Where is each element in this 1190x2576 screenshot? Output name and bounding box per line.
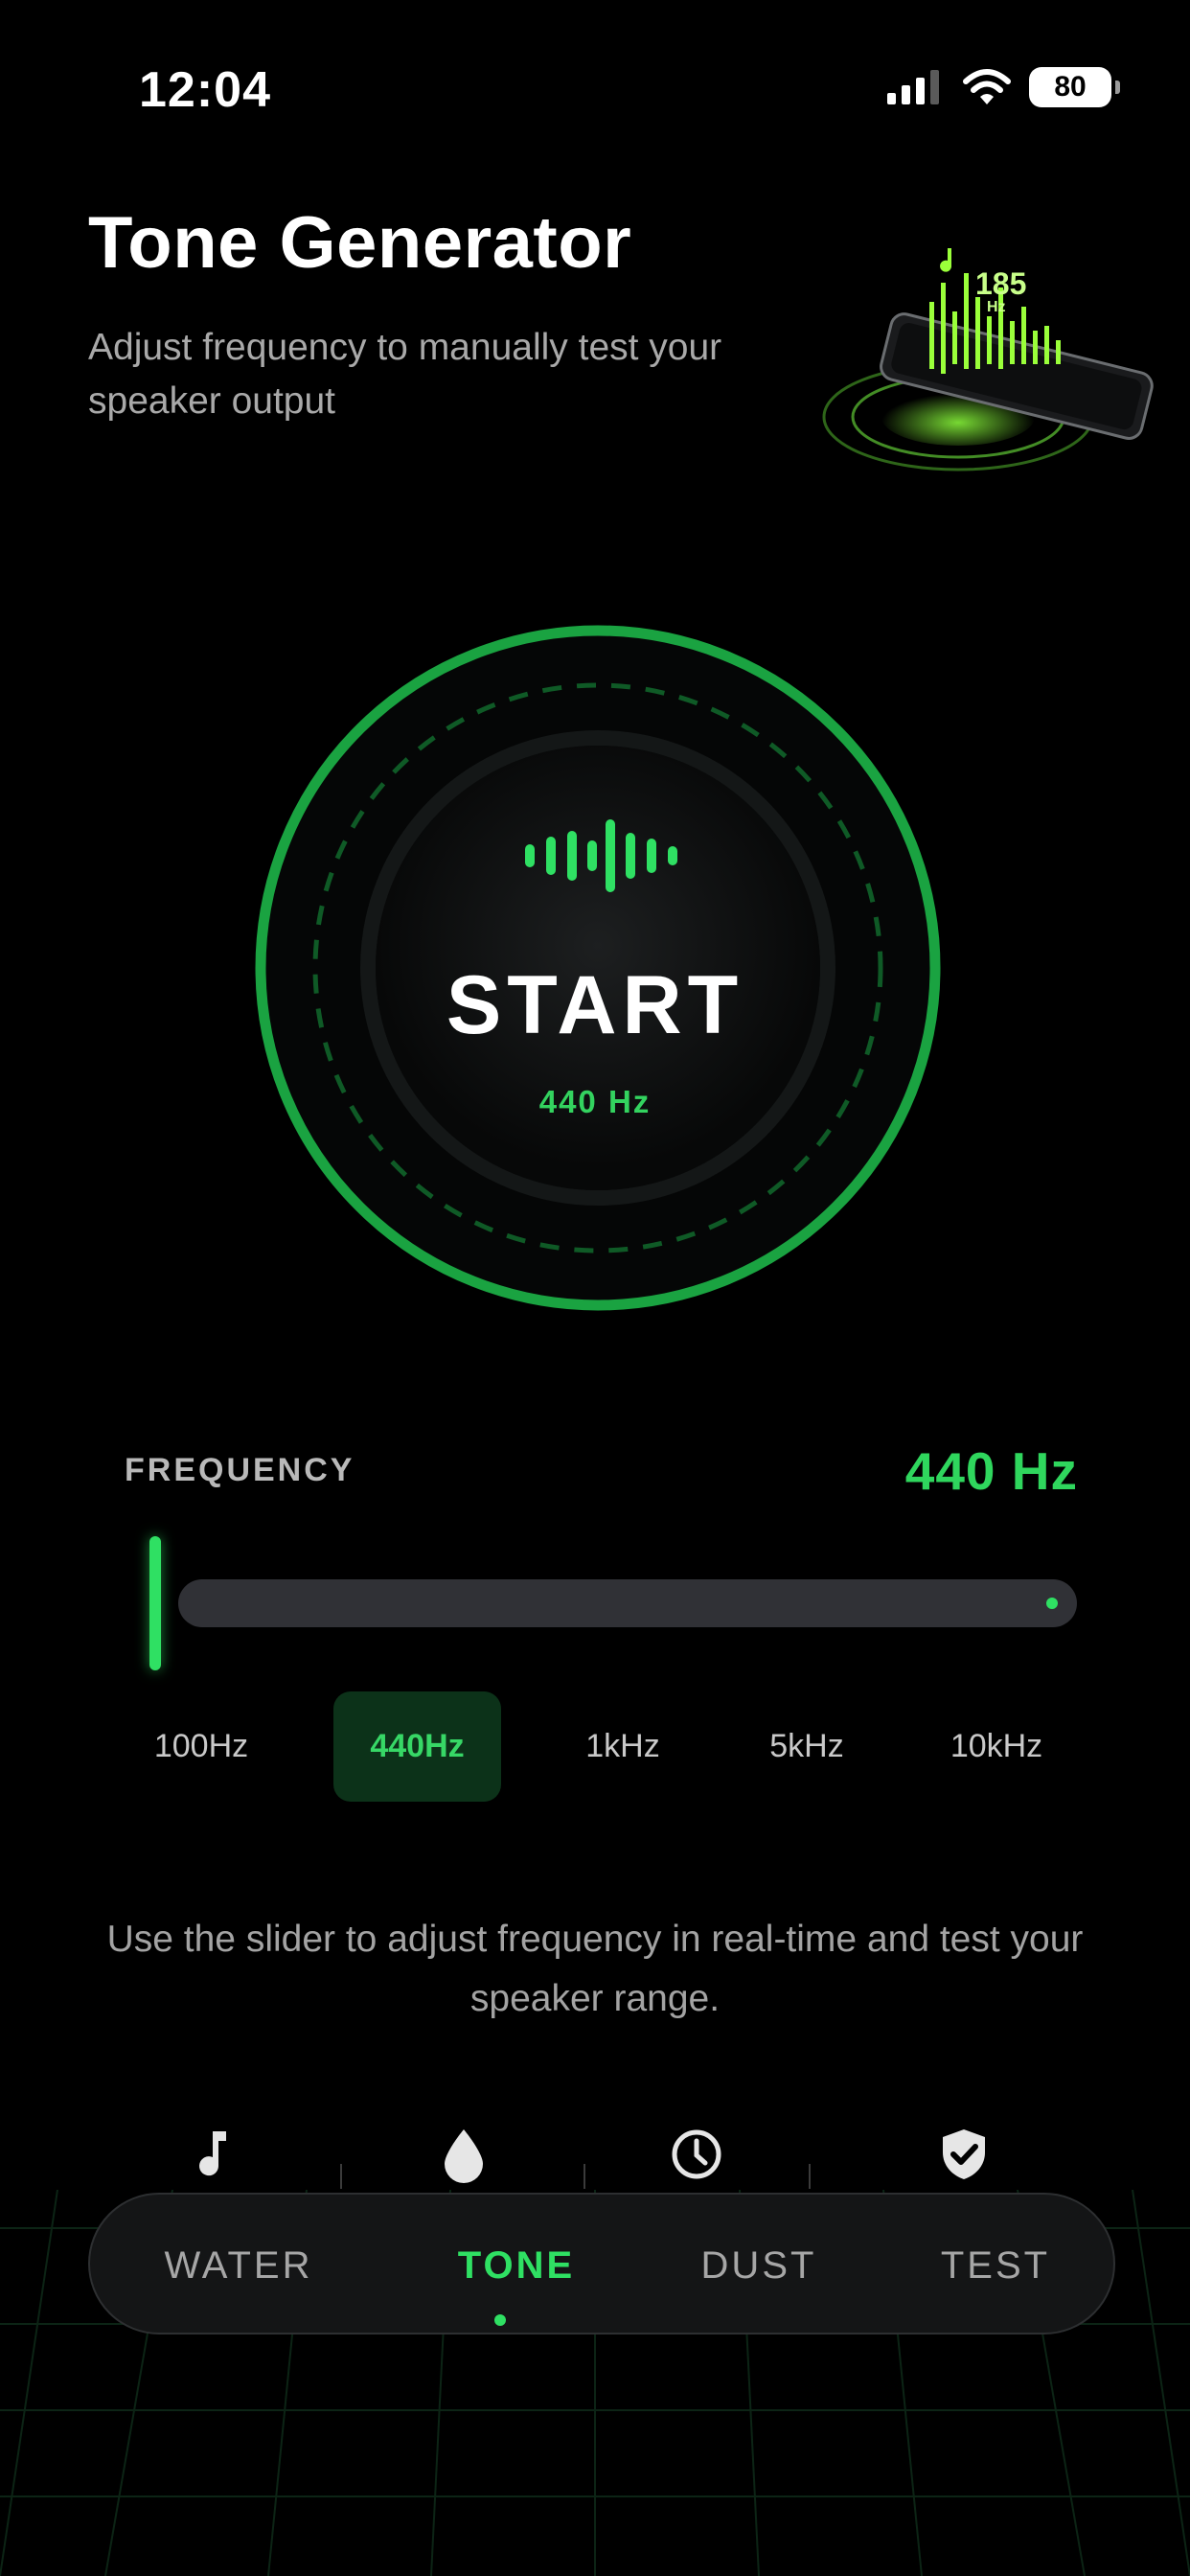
preset-100hz[interactable]: 100Hz xyxy=(134,1691,268,1802)
hero-frequency: 185 xyxy=(975,266,1026,301)
tab-tone[interactable]: TONE xyxy=(406,2195,627,2336)
clock-icon[interactable] xyxy=(668,2126,725,2183)
water-drop-icon[interactable] xyxy=(435,2126,492,2183)
tab-water[interactable]: WATER xyxy=(90,2195,387,2336)
slider-end-dot xyxy=(1046,1598,1058,1609)
status-time: 12:04 xyxy=(139,62,271,118)
hint-text: Use the slider to adjust frequency in re… xyxy=(106,1919,1084,2019)
start-label: START xyxy=(446,959,744,1051)
status-bar: 12:04 80 xyxy=(0,0,1190,163)
status-icons: 80 xyxy=(885,67,1120,107)
page-subtitle: Adjust frequency to manually test your s… xyxy=(88,327,722,422)
tab-test[interactable]: TEST xyxy=(885,2195,1106,2336)
battery-icon: 80 xyxy=(1029,67,1120,107)
frequency-presets: 100Hz 440Hz 1kHz 5kHz 10kHz xyxy=(134,1691,1073,1802)
nav-separator xyxy=(340,2164,342,2189)
start-frequency: 440 Hz xyxy=(538,1084,652,1119)
slider-track[interactable] xyxy=(178,1579,1077,1627)
frequency-label: FREQUENCY xyxy=(125,1452,355,1488)
page-title: Tone Generator xyxy=(88,202,632,284)
slider-handle[interactable] xyxy=(149,1536,161,1670)
sound-wave-icon xyxy=(525,819,677,892)
music-note-icon[interactable] xyxy=(184,2126,241,2183)
nav-separator xyxy=(584,2164,585,2189)
preset-440hz[interactable]: 440Hz xyxy=(333,1691,501,1802)
shield-check-icon[interactable] xyxy=(935,2126,993,2183)
tab-bar: WATER TONE DUST TEST xyxy=(88,2193,1115,2334)
nav-separator xyxy=(809,2164,811,2189)
hero-unit: Hz xyxy=(987,299,1006,315)
signal-icon xyxy=(887,70,939,104)
wifi-icon xyxy=(963,69,1011,104)
preset-1khz[interactable]: 1kHz xyxy=(556,1691,690,1802)
speaker-hero-illustration: 185 Hz xyxy=(822,248,1154,472)
battery-level: 80 xyxy=(1054,71,1087,103)
preset-10khz[interactable]: 10kHz xyxy=(925,1691,1068,1802)
frequency-slider[interactable] xyxy=(144,1533,1079,1673)
preset-5khz[interactable]: 5kHz xyxy=(740,1691,874,1802)
frequency-value: 440 Hz xyxy=(904,1441,1078,1501)
nav-icons-row xyxy=(0,2118,1190,2195)
tab-dust[interactable]: DUST xyxy=(644,2195,874,2336)
active-tab-indicator xyxy=(494,2314,506,2326)
